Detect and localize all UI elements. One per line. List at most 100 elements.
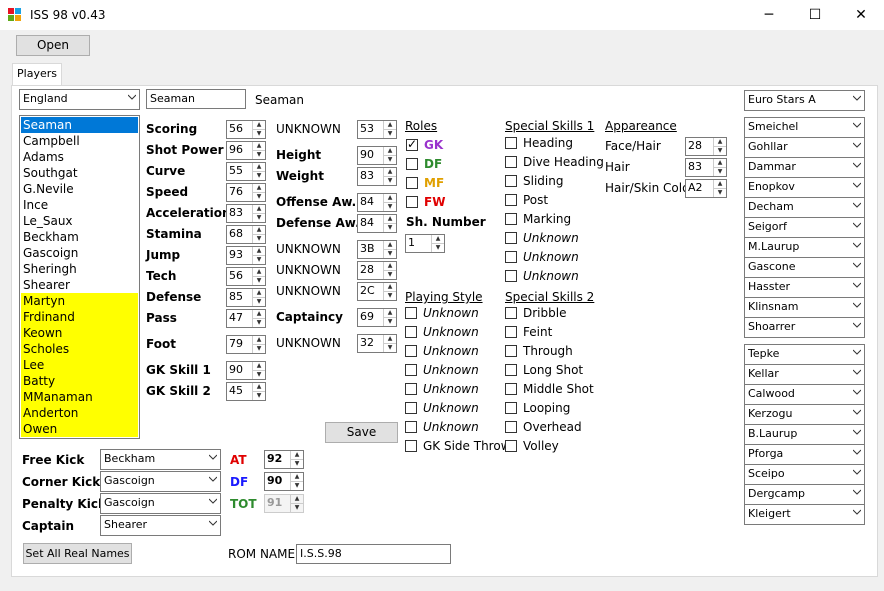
right-player-select[interactable]: Calwood — [744, 384, 865, 405]
stat2-spinner[interactable]: 83 ▲ ▼ — [357, 167, 397, 186]
player-list-item[interactable]: Beckham — [21, 229, 138, 245]
spin-up-icon[interactable]: ▲ — [431, 235, 444, 244]
spin-down-icon[interactable]: ▼ — [252, 371, 265, 379]
spin-down-icon[interactable]: ▼ — [383, 224, 396, 232]
player-list-item[interactable]: Scholes — [21, 341, 138, 357]
spin-down-icon[interactable]: ▼ — [252, 345, 265, 353]
player-list-item[interactable]: Batty — [21, 373, 138, 389]
spin-down-icon[interactable]: ▼ — [713, 168, 726, 176]
role-mf-checkbox[interactable] — [406, 177, 418, 189]
special1-checkbox[interactable] — [505, 175, 517, 187]
player-list-item[interactable]: Keown — [21, 325, 138, 341]
right-player-select[interactable]: Tepke — [744, 344, 865, 365]
right-player-select[interactable]: Sceipo — [744, 464, 865, 485]
stat-spinner[interactable]: 76 ▲ ▼ — [226, 183, 266, 202]
playing_style-checkbox[interactable] — [405, 364, 417, 376]
stat2-spinner[interactable]: 69 ▲ ▼ — [357, 308, 397, 327]
spin-up-icon[interactable]: ▲ — [252, 268, 265, 277]
spin-up-icon[interactable]: ▲ — [290, 451, 303, 460]
stat2-spinner[interactable]: 3B ▲ ▼ — [357, 240, 397, 259]
spin-up-icon[interactable]: ▲ — [383, 335, 396, 344]
right-player-select[interactable]: Kellar — [744, 364, 865, 385]
right-player-select[interactable]: M.Laurup — [744, 237, 865, 258]
spin-up-icon[interactable]: ▲ — [252, 383, 265, 392]
stat2-spinner[interactable]: 2C ▲ ▼ — [357, 282, 397, 301]
special2-checkbox[interactable] — [505, 440, 517, 452]
spin-up-icon[interactable]: ▲ — [252, 142, 265, 151]
spin-down-icon[interactable]: ▼ — [290, 482, 303, 490]
stat-spinner[interactable]: 47 ▲ ▼ — [226, 309, 266, 328]
spin-up-icon[interactable]: ▲ — [383, 309, 396, 318]
right-player-select[interactable]: Gascone — [744, 257, 865, 278]
spin-up-icon[interactable]: ▲ — [713, 180, 726, 189]
close-button[interactable]: ✕ — [838, 0, 884, 30]
spin-down-icon[interactable]: ▼ — [252, 130, 265, 138]
spin-up-icon[interactable]: ▲ — [252, 121, 265, 130]
stat-spinner[interactable]: 96 ▲ ▼ — [226, 141, 266, 160]
special2-checkbox[interactable] — [505, 402, 517, 414]
df-spinner[interactable]: 90 ▲ ▼ — [264, 472, 304, 491]
save-button[interactable]: Save — [325, 422, 398, 443]
spin-down-icon[interactable]: ▼ — [383, 177, 396, 185]
right-player-select[interactable]: Hasster — [744, 277, 865, 298]
right-player-select[interactable]: Shoarrer — [744, 317, 865, 338]
spin-down-icon[interactable]: ▼ — [252, 392, 265, 400]
right-player-select[interactable]: Gohllar — [744, 137, 865, 158]
spin-up-icon[interactable]: ▲ — [252, 205, 265, 214]
spin-down-icon[interactable]: ▼ — [713, 147, 726, 155]
spin-down-icon[interactable]: ▼ — [252, 235, 265, 243]
stat-spinner[interactable]: 56 ▲ ▼ — [226, 120, 266, 139]
spin-up-icon[interactable]: ▲ — [713, 138, 726, 147]
right-team-select[interactable]: Euro Stars A — [744, 90, 865, 111]
playing_style-checkbox[interactable] — [405, 383, 417, 395]
stat-spinner[interactable]: 90 ▲ ▼ — [226, 361, 266, 380]
stat-spinner[interactable]: 68 ▲ ▼ — [226, 225, 266, 244]
hair-skin-color-spinner[interactable]: A2 ▲ ▼ — [685, 179, 727, 198]
spin-down-icon[interactable]: ▼ — [252, 298, 265, 306]
player-list-item[interactable]: Owen — [21, 421, 138, 437]
player-list-item[interactable]: Campbell — [21, 133, 138, 149]
spin-up-icon[interactable]: ▲ — [252, 310, 265, 319]
player-list-item[interactable]: G.Nevile — [21, 181, 138, 197]
playing_style-checkbox[interactable] — [405, 345, 417, 357]
special2-checkbox[interactable] — [505, 421, 517, 433]
right-player-select[interactable]: Decham — [744, 197, 865, 218]
right-player-select[interactable]: Dergcamp — [744, 484, 865, 505]
special1-checkbox[interactable] — [505, 194, 517, 206]
spin-up-icon[interactable]: ▲ — [383, 241, 396, 250]
right-player-select[interactable]: Pforga — [744, 444, 865, 465]
player-list-item[interactable]: Frdinand — [21, 309, 138, 325]
spin-up-icon[interactable]: ▲ — [252, 184, 265, 193]
spin-down-icon[interactable]: ▼ — [383, 156, 396, 164]
player-list-item[interactable]: Ince — [21, 197, 138, 213]
spin-up-icon[interactable]: ▲ — [713, 159, 726, 168]
right-player-select[interactable]: B.Laurup — [744, 424, 865, 445]
spin-down-icon[interactable]: ▼ — [252, 319, 265, 327]
penalty-kick-select[interactable]: Gascoign — [100, 493, 221, 514]
spin-down-icon[interactable]: ▼ — [252, 172, 265, 180]
special2-checkbox[interactable] — [505, 364, 517, 376]
stat-spinner[interactable]: 55 ▲ ▼ — [226, 162, 266, 181]
player-list-item[interactable]: Adams — [21, 149, 138, 165]
player-list[interactable]: Seaman Campbell Adams Southgat G.Nevile Ince L… — [19, 115, 140, 439]
stat2-spinner[interactable]: 28 ▲ ▼ — [357, 261, 397, 280]
playing_style-checkbox[interactable] — [405, 326, 417, 338]
spin-down-icon[interactable]: ▼ — [383, 271, 396, 279]
spin-down-icon[interactable]: ▼ — [713, 189, 726, 197]
special1-checkbox[interactable] — [505, 251, 517, 263]
spin-down-icon[interactable]: ▼ — [431, 244, 444, 252]
spin-down-icon[interactable]: ▼ — [383, 203, 396, 211]
stat-spinner[interactable]: 83 ▲ ▼ — [226, 204, 266, 223]
spin-down-icon[interactable]: ▼ — [383, 318, 396, 326]
player-list-item[interactable]: Le_Saux — [21, 213, 138, 229]
playing_style-checkbox[interactable] — [405, 421, 417, 433]
hair-spinner[interactable]: 83 ▲ ▼ — [685, 158, 727, 177]
spin-down-icon[interactable]: ▼ — [252, 277, 265, 285]
playing_style-checkbox[interactable] — [405, 402, 417, 414]
player-list-item[interactable]: Martyn — [21, 293, 138, 309]
playing_style-checkbox[interactable] — [405, 440, 417, 452]
spin-down-icon[interactable]: ▼ — [290, 460, 303, 468]
player-list-item[interactable]: Sheringh — [21, 261, 138, 277]
stat-spinner[interactable]: 93 ▲ ▼ — [226, 246, 266, 265]
spin-up-icon[interactable]: ▲ — [383, 215, 396, 224]
